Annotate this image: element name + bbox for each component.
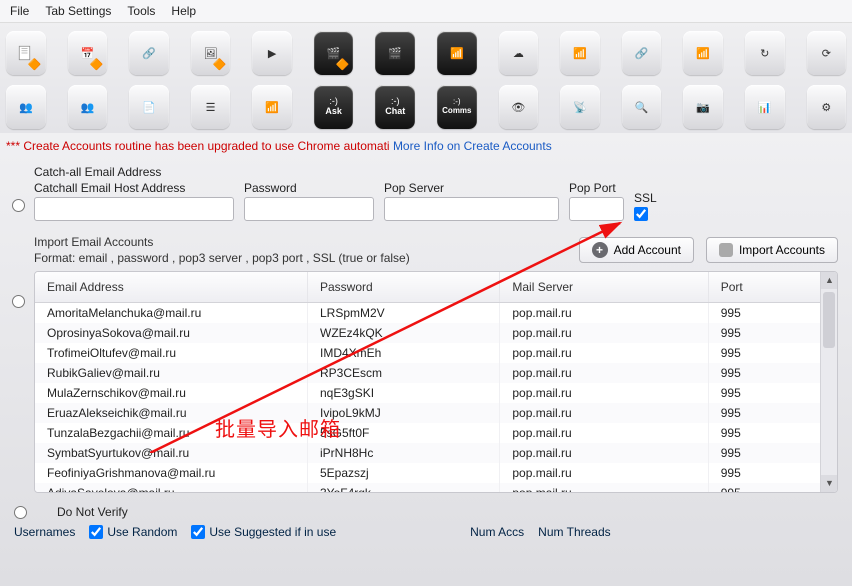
toolbar-users-icon[interactable]: 👥: [6, 85, 46, 129]
table-row[interactable]: MulaZernschikov@mail.runqE3gSKIpop.mail.…: [35, 383, 837, 403]
radio-catchall[interactable]: [12, 199, 25, 212]
col-port[interactable]: Port: [708, 272, 836, 303]
accounts-panel: Catch-all Email Address Catchall Email H…: [0, 155, 852, 493]
num-threads-label: Num Threads: [538, 525, 610, 539]
toolbar-cloud-icon[interactable]: ☁: [499, 31, 539, 75]
scroll-up-icon[interactable]: ▲: [821, 272, 838, 289]
table-row[interactable]: RubikGaliev@mail.ruRP3CEscmpop.mail.ru99…: [35, 363, 837, 383]
do-not-verify-label: Do Not Verify: [57, 505, 128, 519]
toolbar-wifi-icon[interactable]: 📶: [252, 85, 292, 129]
catchall-ssl-checkbox[interactable]: [634, 207, 648, 221]
catchall-host-label: Catchall Email Host Address: [34, 181, 234, 195]
import-section-title: Import Email Accounts: [34, 235, 410, 249]
toolbar-youtube-icon[interactable]: ▶: [252, 31, 292, 75]
toolbar: 🔶 📅🔶 🔗 🖼🔶 ▶ 🎬🔶 🎬 📶 ☁ 📶 🔗 📶 ↻ ⟳ 👥 👥 📄 ☰ 📶…: [0, 23, 852, 133]
catchall-password-input[interactable]: [244, 197, 374, 221]
grid-scrollbar[interactable]: ▲ ▼: [820, 272, 837, 492]
toolbar-doc-icon[interactable]: 📄: [129, 85, 169, 129]
scroll-thumb[interactable]: [823, 292, 835, 348]
toolbar-image-icon[interactable]: 🖼🔶: [191, 31, 231, 75]
radio-import[interactable]: [12, 295, 25, 308]
import-accounts-button[interactable]: Import Accounts: [706, 237, 838, 263]
menubar: File Tab Settings Tools Help: [0, 0, 852, 23]
catchall-popserver-label: Pop Server: [384, 181, 559, 195]
catchall-section-title: Catch-all Email Address: [34, 165, 838, 179]
toolbar-gear-icon[interactable]: ⚙: [807, 85, 847, 129]
status-line: *** Create Accounts routine has been upg…: [0, 133, 852, 155]
import-icon: [719, 243, 733, 257]
add-account-label: Add Account: [614, 243, 681, 257]
status-link[interactable]: More Info on Create Accounts: [393, 139, 552, 153]
toolbar-ask-icon[interactable]: :-)Ask: [314, 85, 354, 129]
use-suggested-checkbox[interactable]: Use Suggested if in use: [191, 525, 336, 539]
col-email[interactable]: Email Address: [35, 272, 308, 303]
table-row[interactable]: TrofimeiOltufev@mail.ruIMD4XmEhpop.mail.…: [35, 343, 837, 363]
menu-help[interactable]: Help: [171, 4, 196, 18]
menu-tools[interactable]: Tools: [127, 4, 155, 18]
scroll-down-icon[interactable]: ▼: [821, 475, 838, 492]
accounts-grid: Email Address Password Mail Server Port …: [34, 271, 838, 493]
toolbar-users2-icon[interactable]: 👥: [68, 85, 108, 129]
add-account-button[interactable]: + Add Account: [579, 237, 694, 263]
catchall-popserver-input[interactable]: [384, 197, 559, 221]
catchall-ssl-label: SSL: [634, 191, 680, 205]
toolbar-sat-icon[interactable]: 📡: [560, 85, 600, 129]
table-row[interactable]: SymbatSyurtukov@mail.ruiPrNH8Hcpop.mail.…: [35, 443, 837, 463]
toolbar-chat-icon[interactable]: :-)Chat: [375, 85, 415, 129]
toolbar-rss-icon[interactable]: 📶: [437, 31, 477, 75]
usernames-label: Usernames: [14, 525, 75, 539]
catchall-host-input[interactable]: [34, 197, 234, 221]
table-row[interactable]: EruazAlekseichik@mail.ruIvipoL9kMJpop.ma…: [35, 403, 837, 423]
use-random-checkbox[interactable]: Use Random: [89, 525, 177, 539]
toolbar-camera-icon[interactable]: 📷: [683, 85, 723, 129]
table-row[interactable]: OprosinyaSokova@mail.ruWZEz4kQKpop.mail.…: [35, 323, 837, 343]
status-message: Create Accounts routine has been upgrade…: [23, 139, 389, 153]
toolbar-eye-icon[interactable]: 👁: [499, 85, 539, 129]
toolbar-notepad-icon[interactable]: 🔶: [6, 31, 46, 75]
num-accs-label: Num Accs: [470, 525, 524, 539]
table-row[interactable]: AmoritaMelanchuka@mail.ruLRSpmM2Vpop.mai…: [35, 303, 837, 324]
toolbar-refresh-icon[interactable]: ↻: [745, 31, 785, 75]
footer: Usernames Use Random Use Suggested if in…: [0, 519, 852, 539]
toolbar-rss2-icon[interactable]: 📶: [560, 31, 600, 75]
toolbar-rotate-icon[interactable]: ⟳: [807, 31, 847, 75]
radio-do-not-verify[interactable]: [14, 506, 27, 519]
toolbar-link-icon[interactable]: 🔗: [129, 31, 169, 75]
menu-tab-settings[interactable]: Tab Settings: [45, 4, 111, 18]
col-mailserver[interactable]: Mail Server: [500, 272, 708, 303]
toolbar-rss4-icon[interactable]: 📶: [683, 31, 723, 75]
toolbar-search-icon[interactable]: 🔍: [622, 85, 662, 129]
catchall-popport-input[interactable]: [569, 197, 624, 221]
col-password[interactable]: Password: [308, 272, 500, 303]
table-row[interactable]: TunzalaBezgachii@mail.ru5sG5ft0Fpop.mail…: [35, 423, 837, 443]
catchall-password-label: Password: [244, 181, 374, 195]
toolbar-rss3-icon[interactable]: 🔗: [622, 31, 662, 75]
table-row[interactable]: FeofiniyaGrishmanova@mail.ru5Epazszjpop.…: [35, 463, 837, 483]
toolbar-clapper2-icon[interactable]: 🎬: [375, 31, 415, 75]
menu-file[interactable]: File: [10, 4, 29, 18]
format-hint: Format: email , password , pop3 server ,…: [34, 251, 410, 265]
plus-icon: +: [592, 242, 608, 258]
import-accounts-label: Import Accounts: [739, 243, 825, 257]
toolbar-clapper-icon[interactable]: 🎬🔶: [314, 31, 354, 75]
catchall-popport-label: Pop Port: [569, 181, 624, 195]
status-prefix: ***: [6, 139, 20, 153]
toolbar-chart-icon[interactable]: 📊: [745, 85, 785, 129]
table-row[interactable]: AdiyaSavelova@mail.ru3YoF4rqkpop.mail.ru…: [35, 483, 837, 493]
toolbar-list-icon[interactable]: ☰: [191, 85, 231, 129]
toolbar-comms-icon[interactable]: :-)Comms: [437, 85, 477, 129]
toolbar-calendar-icon[interactable]: 📅🔶: [68, 31, 108, 75]
